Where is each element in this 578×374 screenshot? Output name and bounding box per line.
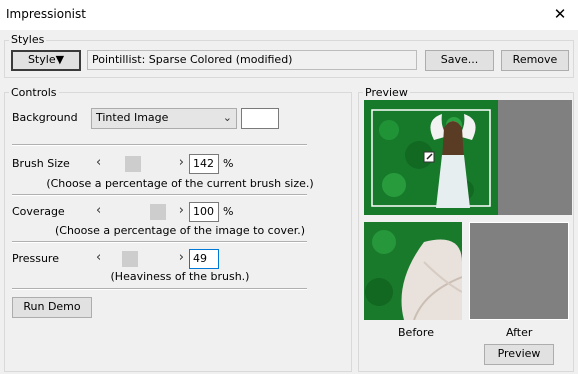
run-demo-button[interactable]: Run Demo [12, 297, 92, 318]
divider [12, 241, 307, 243]
brush-size-hint: (Choose a percentage of the current brus… [46, 177, 314, 190]
before-label: Before [398, 326, 434, 339]
brush-size-unit: % [223, 157, 234, 170]
after-label: After [506, 326, 533, 339]
slider-thumb[interactable] [122, 251, 139, 267]
slider-left-arrow-icon[interactable]: ‹ [96, 250, 101, 266]
before-preview [364, 222, 462, 320]
brush-size-input[interactable]: 142 [189, 154, 219, 174]
slider-thumb[interactable] [124, 156, 141, 172]
background-select[interactable]: Tinted Image ⌄ [91, 108, 237, 129]
pressure-hint: (Heaviness of the brush.) [110, 270, 250, 283]
after-preview [469, 222, 569, 320]
slider-thumb[interactable] [149, 204, 166, 220]
divider [12, 194, 307, 196]
pressure-label: Pressure [12, 252, 59, 265]
slider-left-arrow-icon[interactable]: ‹ [96, 203, 101, 219]
close-icon[interactable]: ✕ [548, 4, 572, 24]
slider-right-arrow-icon[interactable]: › [179, 203, 184, 219]
brush-size-slider[interactable]: ‹ › [96, 155, 184, 173]
preview-image [364, 100, 498, 215]
title-bar: Impressionist ✕ [0, 0, 578, 30]
preview-legend: Preview [363, 86, 410, 99]
brush-size-label: Brush Size [12, 157, 70, 170]
current-style-field: Pointillist: Sparse Colored (modified) [87, 50, 417, 70]
coverage-input[interactable]: 100 [189, 202, 219, 222]
coverage-unit: % [223, 205, 234, 218]
style-button[interactable]: Style▼ [11, 50, 81, 71]
controls-legend: Controls [9, 86, 59, 99]
slider-right-arrow-icon[interactable]: › [179, 155, 184, 171]
styles-legend: Styles [9, 33, 47, 46]
divider [12, 144, 307, 146]
coverage-slider[interactable]: ‹ › [96, 203, 184, 221]
slider-left-arrow-icon[interactable]: ‹ [96, 155, 101, 171]
preview-button[interactable]: Preview [484, 344, 554, 365]
pressure-slider[interactable]: ‹ › [96, 250, 184, 268]
chevron-down-icon: ⌄ [222, 111, 232, 124]
pressure-input[interactable]: 49 [189, 249, 219, 269]
window-title: Impressionist [6, 7, 86, 21]
divider [12, 288, 307, 290]
coverage-label: Coverage [12, 205, 65, 218]
slider-right-arrow-icon[interactable]: › [179, 250, 184, 266]
before-image [364, 222, 462, 320]
coverage-hint: (Choose a percentage of the image to cov… [54, 224, 306, 237]
main-preview [364, 100, 572, 215]
save-button[interactable]: Save... [425, 50, 494, 71]
background-label: Background [12, 111, 78, 124]
remove-button[interactable]: Remove [501, 50, 569, 71]
background-select-value: Tinted Image [96, 111, 169, 124]
background-color-swatch[interactable] [241, 108, 279, 129]
